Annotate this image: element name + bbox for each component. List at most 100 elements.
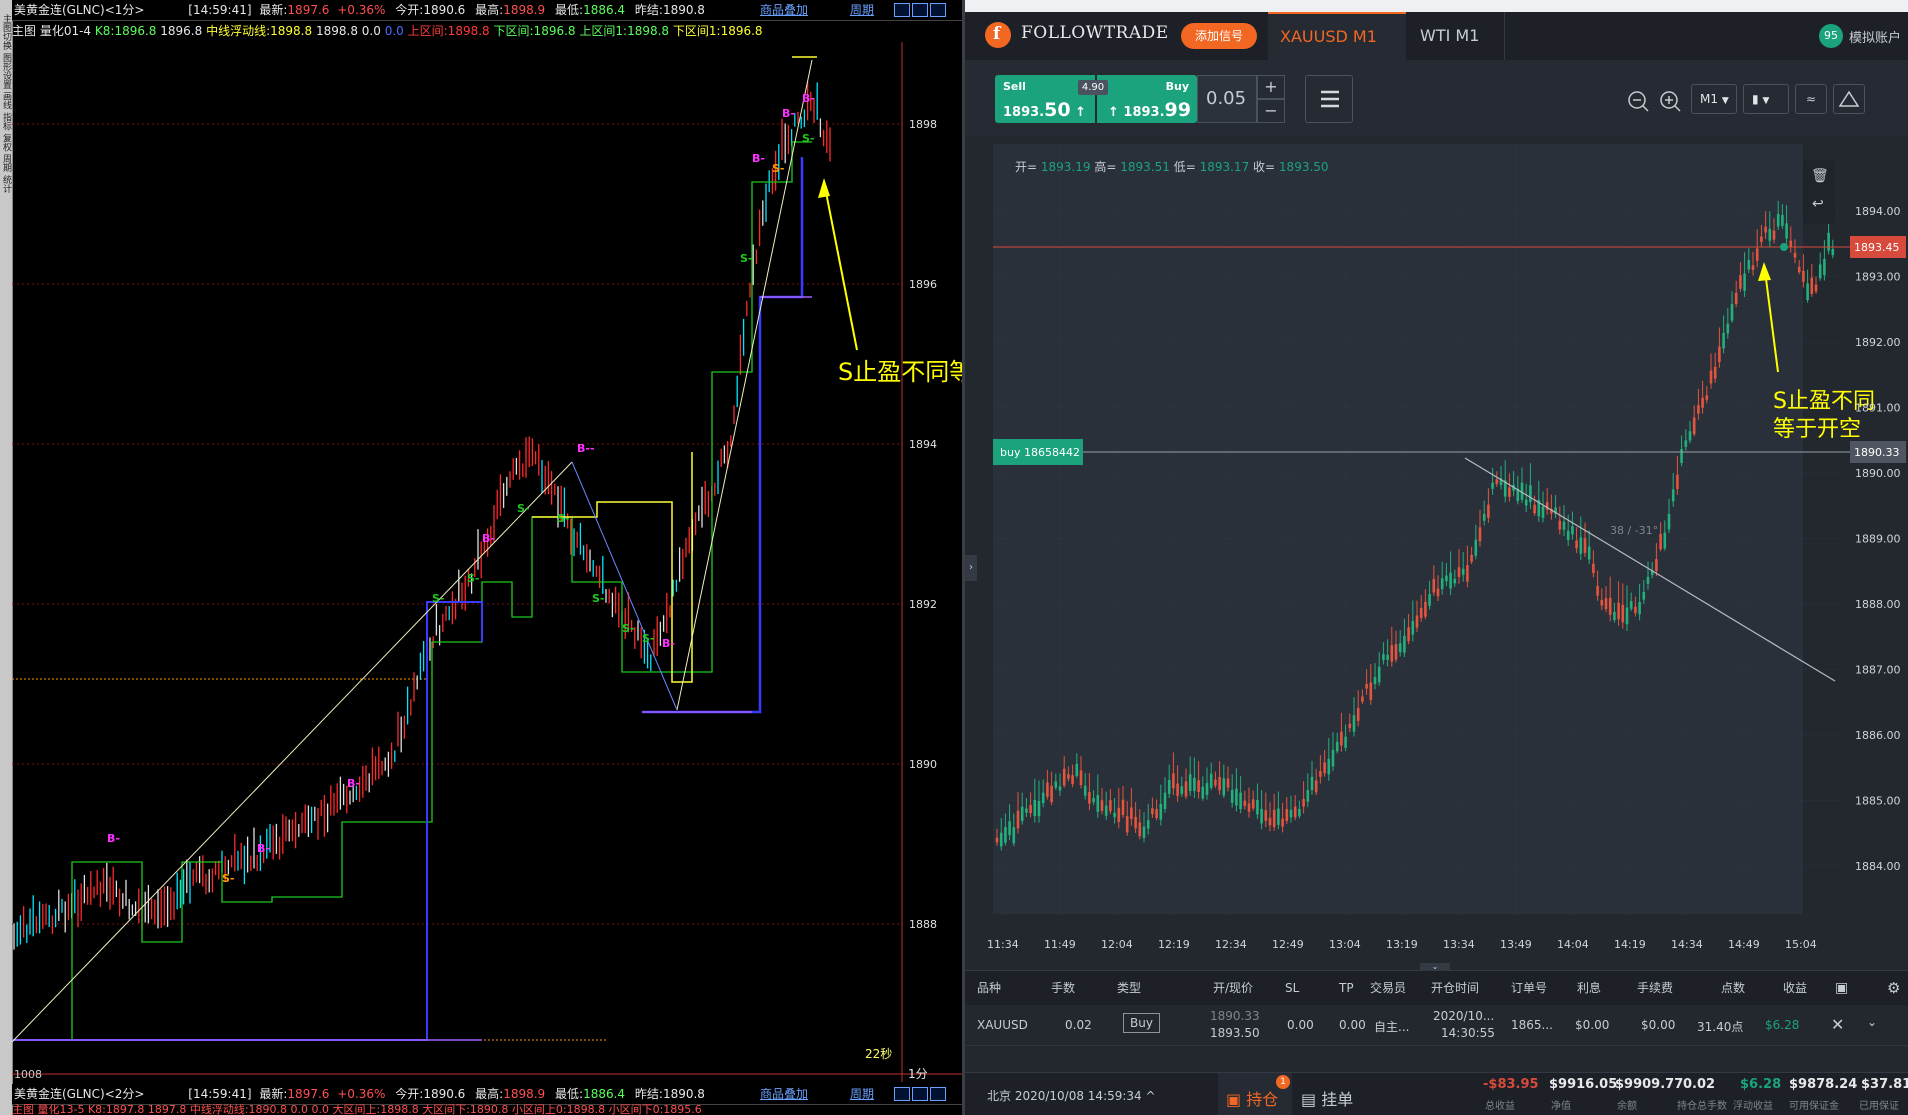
tab-xauusd[interactable]: XAUUSD M1 (1268, 12, 1406, 60)
col-price[interactable]: 开/现价 (1213, 971, 1253, 1005)
right-chart-candles (995, 200, 1835, 851)
right-time-label: 12:34 (1215, 938, 1247, 951)
col-lots[interactable]: 手数 (1051, 971, 1075, 1005)
order-list-button[interactable] (1305, 75, 1353, 123)
used-margin-label: 已用保证 (1859, 1101, 1899, 1112)
signal-marker: S- (467, 572, 480, 585)
col-profit[interactable]: 收益 (1783, 971, 1807, 1005)
period-link-2[interactable]: 周期 (850, 1084, 874, 1104)
buy-button[interactable]: Buy ↑ 1893.99 (1097, 75, 1197, 123)
trash-icon[interactable]: 🗑 (1811, 168, 1829, 184)
position-lots-label: 持仓总手数 (1677, 1101, 1727, 1112)
brand-name: FOLLOWTRADE (1021, 23, 1169, 43)
lot-increase-button[interactable]: + (1257, 75, 1285, 99)
positions-count-badge: 1 (1276, 1075, 1290, 1089)
right-annotation-arrow (1764, 270, 1779, 373)
overlay-link[interactable]: 商品叠加 (760, 0, 808, 20)
undo-icon[interactable]: ↩ (1812, 196, 1824, 212)
right-price-axis: 1894.00 1893.00 1892.00 1891.00 1890.00 1889.… (1855, 205, 1901, 873)
left-timer: 22秒 (865, 1047, 892, 1061)
signal-marker: B- (662, 637, 675, 650)
indicator-icon[interactable]: ≈ (1795, 84, 1827, 114)
left-price-chart[interactable]: B- S- B- B- S- S- B- S- S- B-- S- S- S- B- B- S- B- S- S- B… (12, 42, 962, 1082)
draw-triangle-icon[interactable] (1833, 84, 1865, 114)
bottom-indicator-line: 主图 量化13-5 K8:1897.8 1897.8 中线浮动线:1890.8 … (12, 1104, 702, 1115)
row-interest: $0.00 (1575, 1018, 1610, 1032)
used-margin: $37.81 (1861, 1077, 1908, 1092)
col-points[interactable]: 点数 (1721, 971, 1745, 1005)
high-label-2: 最高: (475, 1087, 504, 1101)
col-sl[interactable]: SL (1285, 971, 1299, 1005)
col-trader[interactable]: 交易员 (1370, 971, 1406, 1005)
zoom-out-icon[interactable] (1627, 90, 1649, 112)
panel-collapse-toggle[interactable]: › (965, 555, 977, 581)
account-badge[interactable]: 95 (1819, 24, 1843, 48)
left-axis-label: 1890 (909, 758, 937, 771)
tab-orders[interactable]: ▤ 挂单 (1295, 1073, 1361, 1115)
overlay-link-2[interactable]: 商品叠加 (760, 1084, 808, 1104)
export-icon[interactable]: ▣ (1835, 971, 1848, 1005)
right-axis-label: 1889.00 (1855, 533, 1901, 546)
settings-gear-icon[interactable]: ⚙ (1887, 971, 1900, 1005)
table-row[interactable]: XAUUSD 0.02 Buy 1890.33 1893.50 0.00 0.0… (965, 1005, 1908, 1046)
add-signal-button[interactable]: 添加信号 (1181, 23, 1258, 49)
col-interest[interactable]: 利息 (1577, 971, 1601, 1005)
col-open-time[interactable]: 开仓时间 (1431, 971, 1479, 1005)
signal-marker: B- (482, 532, 495, 545)
row-points: 31.40点 (1697, 1020, 1744, 1034)
balance-label: 余额 (1617, 1101, 1637, 1112)
indicator-zero2: 0.0 (384, 24, 404, 38)
col-symbol[interactable]: 品种 (977, 971, 1001, 1005)
zoom-in-icon[interactable] (1659, 90, 1681, 112)
window-close-button[interactable] (930, 3, 946, 17)
window-maximize-button[interactable] (912, 3, 928, 17)
row-profit: $6.28 (1765, 1018, 1800, 1032)
total-profit: -$83.95 (1483, 1077, 1539, 1092)
prev-label-2: 昨结: (634, 1087, 663, 1101)
col-fee[interactable]: 手续费 (1637, 971, 1673, 1005)
right-time-label: 12:04 (1101, 938, 1133, 951)
indicator-down1: 下区间1:1896.8 (672, 24, 763, 38)
right-axis-label: 1892.00 (1855, 336, 1901, 349)
row-open-date: 2020/10... (1433, 1009, 1495, 1023)
right-time-label: 13:49 (1500, 938, 1532, 951)
col-type[interactable]: 类型 (1117, 971, 1141, 1005)
account-label[interactable]: 模拟账户 (1849, 27, 1901, 46)
lot-decrease-button[interactable]: − (1257, 99, 1285, 123)
right-time-label: 13:19 (1386, 938, 1418, 951)
tab-positions[interactable]: ▣ 持仓 1 (1218, 1073, 1292, 1115)
lot-input[interactable]: 0.05 (1197, 75, 1257, 123)
equity: $9916.05 (1549, 1077, 1618, 1092)
tab-xauusd-label: XAUUSD M1 (1280, 27, 1377, 46)
latest-price-2: 1897.6 (287, 1087, 330, 1101)
top-indicator-line: 主图 量化01-4 K8:1896.8 1896.8 中线浮动线:1898.8 … (12, 21, 902, 41)
chart-type-select[interactable]: ▮ ▼ (1743, 84, 1789, 114)
right-time-label: 11:49 (1044, 938, 1076, 951)
quote-time-2: [14:59:41] (188, 1087, 252, 1101)
signal-marker: B- (752, 152, 765, 165)
tab-wti[interactable]: WTI M1 (1406, 12, 1505, 60)
close-position-icon[interactable]: ✕ (1831, 1015, 1844, 1034)
high-label: 最高: (475, 3, 504, 17)
signal-marker: S- (517, 502, 530, 515)
right-trading-app: f FOLLOWTRADE 添加信号 XAUUSD M1 WTI M1 95 模… (965, 0, 1908, 1115)
status-footer: 北京 2020/10/08 14:59:34 ^ ▣ 持仓 1 ▤ 挂单 -$8… (965, 1072, 1908, 1115)
right-axis-label: 1885.00 (1855, 795, 1901, 808)
window-restore-button-2[interactable] (894, 1087, 910, 1101)
row-chevron-down-icon[interactable]: ⌄ (1867, 1015, 1877, 1029)
right-chart-grid (993, 146, 1845, 916)
row-sl: 0.00 (1287, 1018, 1314, 1032)
col-tp[interactable]: TP (1339, 971, 1354, 1005)
window-maximize-button-2[interactable] (912, 1087, 928, 1101)
change-pct: +0.36% (337, 3, 386, 17)
window-close-button-2[interactable] (930, 1087, 946, 1101)
table-expand-toggle[interactable]: ⌄ (1420, 963, 1450, 971)
window-restore-button[interactable] (894, 3, 910, 17)
right-time-label: 14:34 (1671, 938, 1703, 951)
timeframe-select[interactable]: M1 ▼ (1691, 84, 1737, 114)
period-link[interactable]: 周期 (850, 0, 874, 20)
right-price-chart[interactable]: 38 / -31° buy 18658442 1890.33 1893.45 S… (965, 136, 1908, 966)
col-order[interactable]: 订单号 (1511, 971, 1547, 1005)
quote-time: [14:59:41] (188, 3, 252, 17)
left-axis-label: 1896 (909, 278, 937, 291)
